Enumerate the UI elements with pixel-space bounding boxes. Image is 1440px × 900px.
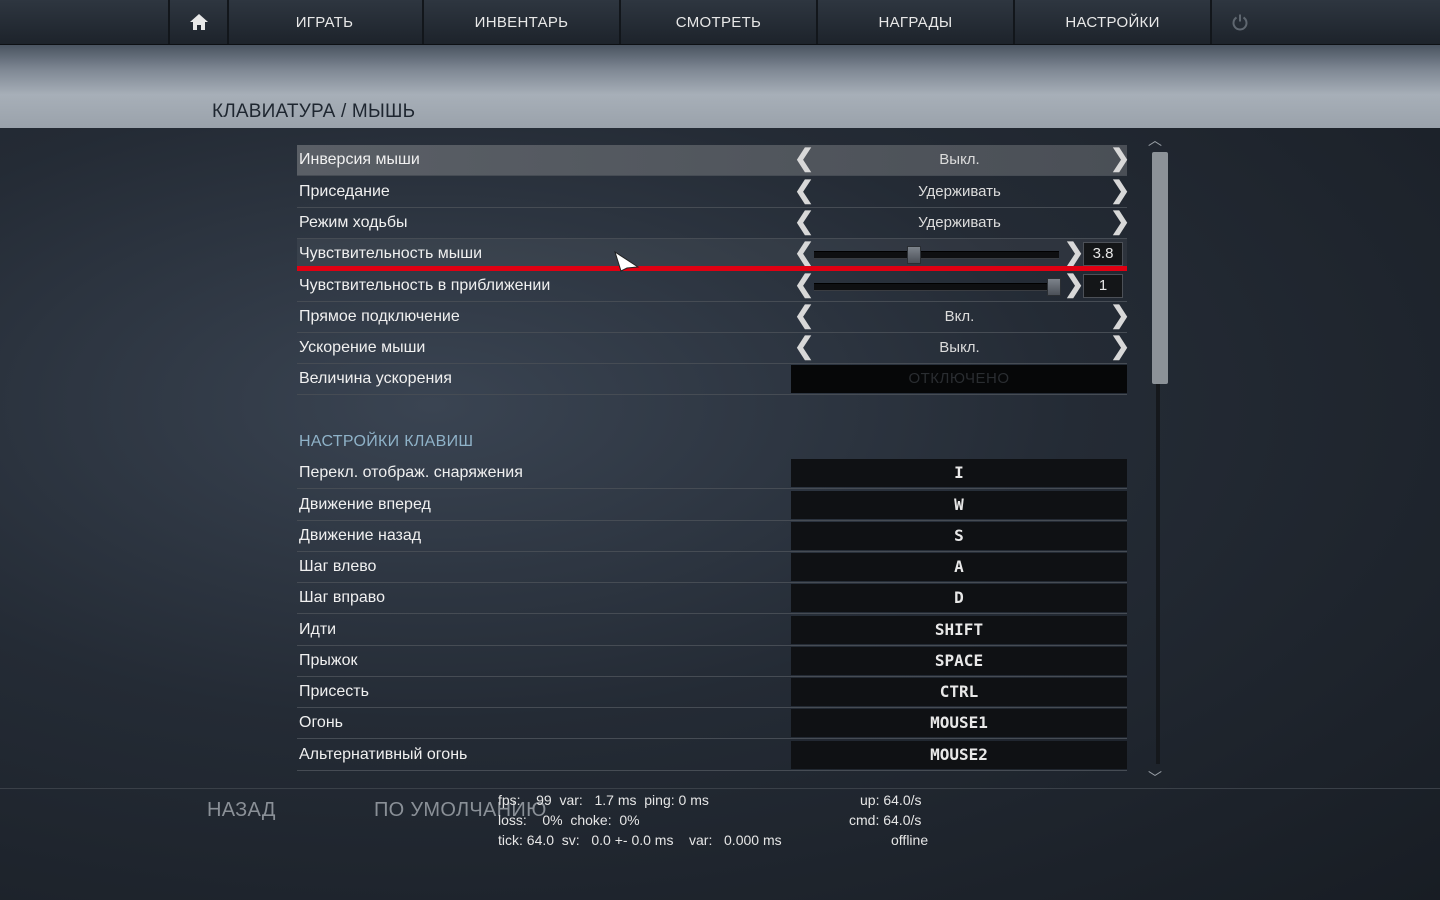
home-icon	[189, 14, 208, 30]
key-label: Огонь	[299, 714, 343, 731]
power-button[interactable]	[1212, 0, 1268, 44]
key-binding-button[interactable]: MOUSE1	[791, 709, 1127, 737]
setting-label: Режим ходьбы	[299, 214, 408, 231]
setting-row-raw-input[interactable]: Прямое подключение ❮ Вкл. ❯	[297, 302, 1130, 333]
keys-section-title: НАСТРОЙКИ КЛАВИШ	[299, 433, 474, 450]
setting-value: Выкл.	[939, 339, 980, 356]
setting-value: Вкл.	[944, 308, 975, 325]
key-label: Движение назад	[299, 527, 422, 544]
nav-awards[interactable]: НАГРАДЫ	[818, 0, 1015, 44]
zoom-sensitivity-value-input[interactable]: 1	[1083, 274, 1123, 298]
right-arrow-icon[interactable]: ❯	[1110, 147, 1130, 171]
setting-label: Ускорение мыши	[299, 339, 426, 356]
page-title: КЛАВИАТУРА / МЫШЬ	[212, 101, 416, 122]
key-row-walk[interactable]: Идти SHIFT	[297, 615, 1127, 646]
key-row-jump[interactable]: Прыжок SPACE	[297, 646, 1127, 677]
left-arrow-icon[interactable]: ❮	[794, 273, 814, 297]
setting-row-zoom-sensitivity[interactable]: Чувствительность в приближении ❮ ❯ 1	[297, 271, 1127, 302]
netgraph-line-2: loss: 0% choke: 0%	[498, 812, 640, 828]
setting-label: Чувствительность мыши	[299, 245, 483, 262]
nav-inventory[interactable]: ИНВЕНТАРЬ	[424, 0, 621, 44]
netgraph-line-3: tick: 64.0 sv: 0.0 +- 0.0 ms var: 0.000 …	[498, 832, 782, 848]
scrollbar-thumb[interactable]	[1152, 152, 1168, 384]
key-binding-button[interactable]: CTRL	[791, 678, 1127, 706]
right-arrow-icon[interactable]: ❯	[1110, 210, 1130, 234]
netgraph-line-1: fps: 99 var: 1.7 ms ping: 0 ms	[498, 792, 709, 808]
netgraph-status: offline	[891, 832, 929, 848]
red-underline-annotation	[297, 266, 1127, 271]
key-binding-button[interactable]: SPACE	[791, 647, 1127, 675]
key-row-crouch[interactable]: Присесть CTRL	[297, 677, 1127, 708]
scroll-up-icon[interactable]: ︿	[1148, 130, 1162, 150]
right-arrow-icon[interactable]: ❯	[1110, 179, 1130, 203]
nav-settings[interactable]: НАСТРОЙКИ	[1015, 0, 1212, 44]
key-label: Прыжок	[299, 652, 358, 669]
key-binding-button[interactable]: A	[791, 553, 1127, 581]
setting-row-crouch[interactable]: Приседание ❮ Удерживать ❯	[297, 177, 1130, 208]
key-binding-button[interactable]: SHIFT	[791, 616, 1127, 644]
key-label: Шаг влево	[299, 558, 377, 575]
scroll-down-icon[interactable]: ﹀	[1148, 768, 1162, 788]
setting-value: Выкл.	[939, 151, 980, 168]
key-binding-button[interactable]: D	[791, 584, 1127, 612]
key-binding-button[interactable]: W	[791, 491, 1127, 519]
power-icon	[1232, 14, 1248, 31]
key-label: Шаг вправо	[299, 589, 386, 606]
key-binding-button[interactable]: S	[791, 522, 1127, 550]
back-button[interactable]: НАЗАД	[207, 799, 276, 822]
setting-row-walk-mode[interactable]: Режим ходьбы ❮ Удерживать ❯	[297, 208, 1130, 239]
mouse-cursor-icon	[614, 250, 640, 272]
key-label: Присесть	[299, 683, 369, 700]
setting-label: Прямое подключение	[299, 308, 460, 325]
key-label: Идти	[299, 621, 337, 638]
key-label: Движение вперед	[299, 496, 431, 513]
key-binding-button[interactable]: I	[791, 459, 1127, 487]
right-arrow-icon[interactable]: ❯	[1064, 241, 1084, 265]
disabled-slider: ОТКЛЮЧЕНО	[791, 365, 1127, 393]
nav-play[interactable]: ИГРАТЬ	[227, 0, 424, 44]
key-row-alt-fire[interactable]: Альтернативный огонь MOUSE2	[297, 740, 1127, 771]
setting-row-invert-mouse[interactable]: Инверсия мыши ❮ Выкл. ❯	[297, 145, 1130, 176]
setting-row-mouse-acceleration[interactable]: Ускорение мыши ❮ Выкл. ❯	[297, 333, 1130, 364]
setting-label: Величина ускорения	[299, 370, 452, 387]
key-label: Альтернативный огонь	[299, 746, 468, 763]
key-row-toggle-loadout[interactable]: Перекл. отображ. снаряжения I	[297, 458, 1127, 489]
setting-row-acceleration-amount: Величина ускорения ОТКЛЮЧЕНО	[297, 364, 1127, 395]
zoom-sensitivity-slider[interactable]	[814, 283, 1059, 291]
sensitivity-value-input[interactable]: 3.8	[1083, 242, 1123, 266]
top-nav: ИГРАТЬ ИНВЕНТАРЬ СМОТРЕТЬ НАГРАДЫ НАСТРО…	[0, 0, 1440, 45]
right-arrow-icon[interactable]: ❯	[1110, 335, 1130, 359]
right-arrow-icon[interactable]: ❯	[1110, 304, 1130, 328]
key-row-strafe-left[interactable]: Шаг влево A	[297, 552, 1127, 583]
key-row-fire[interactable]: Огонь MOUSE1	[297, 708, 1127, 739]
setting-value: Удерживать	[918, 214, 1001, 231]
setting-value: Удерживать	[918, 183, 1001, 200]
footer-divider	[0, 788, 1440, 789]
setting-label: Инверсия мыши	[299, 151, 420, 168]
right-arrow-icon[interactable]: ❯	[1064, 273, 1084, 297]
left-arrow-icon[interactable]: ❮	[794, 241, 814, 265]
key-row-strafe-right[interactable]: Шаг вправо D	[297, 583, 1127, 614]
netgraph-cmd: cmd: 64.0/s	[849, 812, 922, 828]
nav-watch[interactable]: СМОТРЕТЬ	[621, 0, 818, 44]
key-row-forward[interactable]: Движение вперед W	[297, 490, 1127, 521]
key-label: Перекл. отображ. снаряжения	[299, 464, 523, 481]
netgraph-up: up: 64.0/s	[860, 792, 922, 808]
home-button[interactable]	[168, 0, 229, 44]
sensitivity-slider[interactable]	[814, 251, 1059, 259]
setting-label: Чувствительность в приближении	[299, 277, 551, 294]
slider-thumb[interactable]	[907, 246, 922, 264]
slider-thumb[interactable]	[1047, 278, 1061, 296]
key-row-back[interactable]: Движение назад S	[297, 521, 1127, 552]
setting-label: Приседание	[299, 183, 390, 200]
key-binding-button[interactable]: MOUSE2	[791, 741, 1127, 769]
